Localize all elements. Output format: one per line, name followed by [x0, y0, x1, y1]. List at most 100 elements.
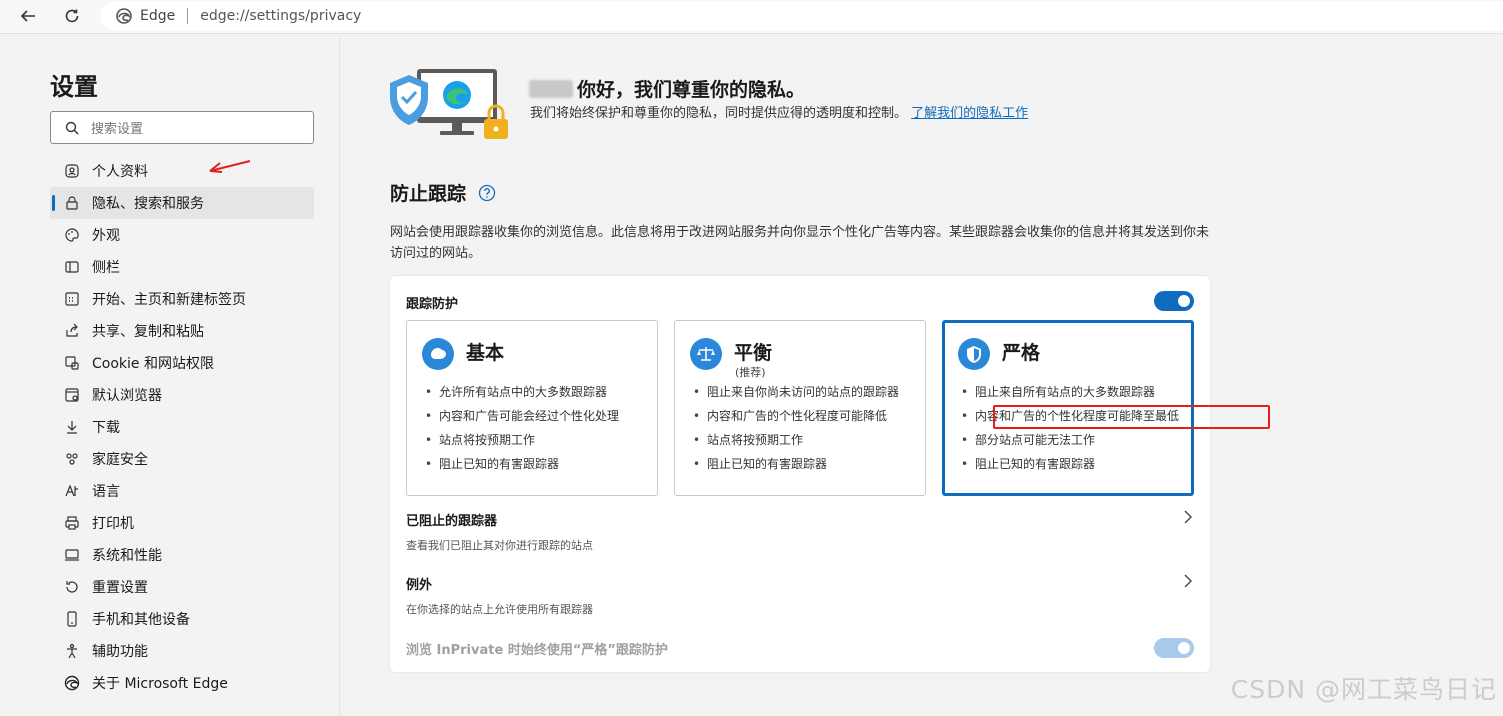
option-basic[interactable]: 基本 允许所有站点中的大多数跟踪器 内容和广告可能会经过个性化处理 站点将按预期…: [406, 320, 658, 496]
search-icon: [65, 121, 79, 134]
cookie-icon: [64, 355, 80, 371]
settings-sidebar: 设置 搜索设置 个人资料隐私、搜索和服务 外观侧栏开始、主页和新建标签页 共享、复制…: [0, 35, 340, 716]
sidebar-item-download[interactable]: 下载: [50, 411, 314, 443]
sidebar-item-share[interactable]: 共享、复制和粘贴: [50, 315, 314, 347]
list-item: 内容和广告可能会经过个性化处理: [423, 408, 619, 432]
sidebar-item-label: 共享、复制和粘贴: [92, 324, 204, 340]
watermark: CSDN @网工菜鸟日记: [1230, 675, 1497, 704]
sidebar-item-palette[interactable]: 外观: [50, 219, 314, 251]
back-button[interactable]: [14, 3, 42, 29]
list-item: 部分站点可能无法工作: [959, 432, 1179, 456]
sidebar-item-label: 打印机: [92, 516, 134, 532]
option-bullets: 阻止来自你尚未访问的站点的跟踪器 内容和广告的个性化程度可能降低 站点将按预期工…: [691, 384, 899, 480]
row-description: 在你选择的站点上允许使用所有跟踪器: [406, 603, 593, 616]
option-bullets: 阻止来自所有站点的大多数跟踪器 内容和广告的个性化程度可能降至最低 部分站点可能…: [959, 384, 1179, 480]
inprivate-strict-row: 浏览 InPrivate 时始终使用“严格”跟踪防护: [406, 639, 1194, 658]
row-title: 已阻止的跟踪器: [406, 514, 498, 529]
privacy-learn-more-link[interactable]: 了解我们的隐私工作: [911, 106, 1028, 121]
option-name: 基本: [466, 342, 505, 364]
sidebar-item-lock[interactable]: 隐私、搜索和服务: [50, 187, 314, 219]
exceptions-row[interactable]: 例外 在你选择的站点上允许使用所有跟踪器: [406, 574, 1194, 617]
sidebar-item-language[interactable]: 语言: [50, 475, 314, 507]
lock-icon: [64, 195, 80, 211]
strict-shield-icon: [958, 338, 990, 370]
option-name: 严格: [1002, 342, 1041, 364]
list-item: 内容和广告的个性化程度可能降低: [691, 408, 899, 432]
sidebar-icon: [64, 259, 80, 275]
sidebar-title: 设置: [50, 73, 98, 101]
site-name: Edge: [140, 8, 176, 24]
help-icon[interactable]: [478, 184, 496, 202]
chevron-right-icon: [1184, 510, 1192, 524]
balance-scale-icon: [690, 338, 722, 370]
sidebar-item-label: 个人资料: [92, 164, 148, 180]
system-icon: [64, 547, 80, 563]
sidebar-item-system[interactable]: 系统和性能: [50, 539, 314, 571]
home-icon: [64, 291, 80, 307]
sidebar-item-label: 家庭安全: [92, 452, 148, 468]
sidebar-item-family[interactable]: 家庭安全: [50, 443, 314, 475]
red-arrow-annotation: [209, 160, 251, 173]
privacy-illustration: [390, 69, 508, 139]
sidebar-item-printer[interactable]: 打印机: [50, 507, 314, 539]
tracking-prevention-toggle[interactable]: [1154, 291, 1194, 311]
printer-icon: [64, 515, 80, 531]
sidebar-item-edge[interactable]: 关于 Microsoft Edge: [50, 667, 314, 699]
language-icon: [64, 483, 80, 499]
sidebar-item-sidebar[interactable]: 侧栏: [50, 251, 314, 283]
list-item: 允许所有站点中的大多数跟踪器: [423, 384, 619, 408]
download-icon: [64, 419, 80, 435]
profile-icon: [64, 163, 80, 179]
search-placeholder: 搜索设置: [91, 122, 144, 137]
family-icon: [64, 451, 80, 467]
list-item: 站点将按预期工作: [691, 432, 899, 456]
option-bullets: 允许所有站点中的大多数跟踪器 内容和广告可能会经过个性化处理 站点将按预期工作 …: [423, 384, 619, 480]
inprivate-strict-toggle[interactable]: [1154, 638, 1194, 658]
sidebar-item-profile[interactable]: 个人资料: [50, 155, 314, 187]
arrow-left-icon: [20, 10, 35, 22]
edge-icon: [116, 8, 132, 24]
list-item: 阻止来自你尚未访问的站点的跟踪器: [691, 384, 899, 408]
privacy-page: 你好，我们尊重你的隐私。 我们将始终保护和尊重你的隐私，同时提供应得的透明度和控…: [341, 35, 1503, 716]
sidebar-item-label: 默认浏览器: [92, 388, 162, 404]
url-text: edge://settings/privacy: [200, 8, 362, 24]
tracking-prevention-card: 跟踪防护 基本 允许所有站点中的大多数跟踪器 内容和广告可能会经过个性化处理 站…: [390, 276, 1270, 672]
basic-shield-icon: [422, 338, 454, 370]
sidebar-item-cookie[interactable]: Cookie 和网站权限: [50, 347, 314, 379]
sidebar-item-accessibility[interactable]: 辅助功能: [50, 635, 314, 667]
sidebar-item-label: 系统和性能: [92, 548, 162, 564]
sidebar-item-label: 重置设置: [92, 580, 148, 596]
sidebar-item-label: 侧栏: [92, 260, 120, 276]
sidebar-item-label: 开始、主页和新建标签页: [92, 292, 246, 308]
sidebar-item-label: 隐私、搜索和服务: [92, 196, 204, 212]
sidebar-item-label: 辅助功能: [92, 644, 148, 660]
sidebar-nav: 个人资料隐私、搜索和服务 外观侧栏开始、主页和新建标签页 共享、复制和粘贴 Cooki…: [50, 155, 314, 699]
option-balanced[interactable]: 平衡 (推荐) 阻止来自你尚未访问的站点的跟踪器 内容和广告的个性化程度可能降低…: [674, 320, 926, 496]
sidebar-item-label: 外观: [92, 228, 120, 244]
accessibility-icon: [64, 643, 80, 659]
blocked-trackers-row[interactable]: 已阻止的跟踪器 查看我们已阻止其对你进行跟踪的站点: [406, 510, 1194, 553]
sidebar-item-reset[interactable]: 重置设置: [50, 571, 314, 603]
address-divider: [187, 8, 189, 24]
browser-toolbar: Edge edge://settings/privacy: [0, 0, 1503, 34]
sidebar-item-label: 下载: [92, 420, 120, 436]
row-title: 例外: [406, 578, 433, 593]
option-recommended: (推荐): [735, 366, 766, 379]
edge-icon: [64, 675, 80, 691]
list-item: 阻止已知的有害跟踪器: [691, 456, 899, 480]
sidebar-item-phone[interactable]: 手机和其他设备: [50, 603, 314, 635]
tracking-section-title: 防止跟踪: [390, 179, 496, 206]
address-bar[interactable]: Edge edge://settings/privacy: [100, 1, 1503, 31]
option-name: 平衡: [734, 342, 773, 364]
refresh-icon: [65, 9, 79, 23]
sidebar-item-label: 手机和其他设备: [92, 612, 190, 628]
sidebar-item-label: Cookie 和网站权限: [92, 356, 214, 372]
red-highlight-annotation: [993, 405, 1270, 429]
sidebar-item-home[interactable]: 开始、主页和新建标签页: [50, 283, 314, 315]
refresh-button[interactable]: [58, 3, 86, 29]
sidebar-item-browser[interactable]: 默认浏览器: [50, 379, 314, 411]
sidebar-item-label: 关于 Microsoft Edge: [92, 676, 228, 692]
search-input[interactable]: 搜索设置: [50, 111, 314, 144]
hero-description: 我们将始终保护和尊重你的隐私，同时提供应得的透明度和控制。 了解我们的隐私工作: [530, 106, 1029, 121]
sidebar-item-label: 语言: [92, 484, 120, 500]
